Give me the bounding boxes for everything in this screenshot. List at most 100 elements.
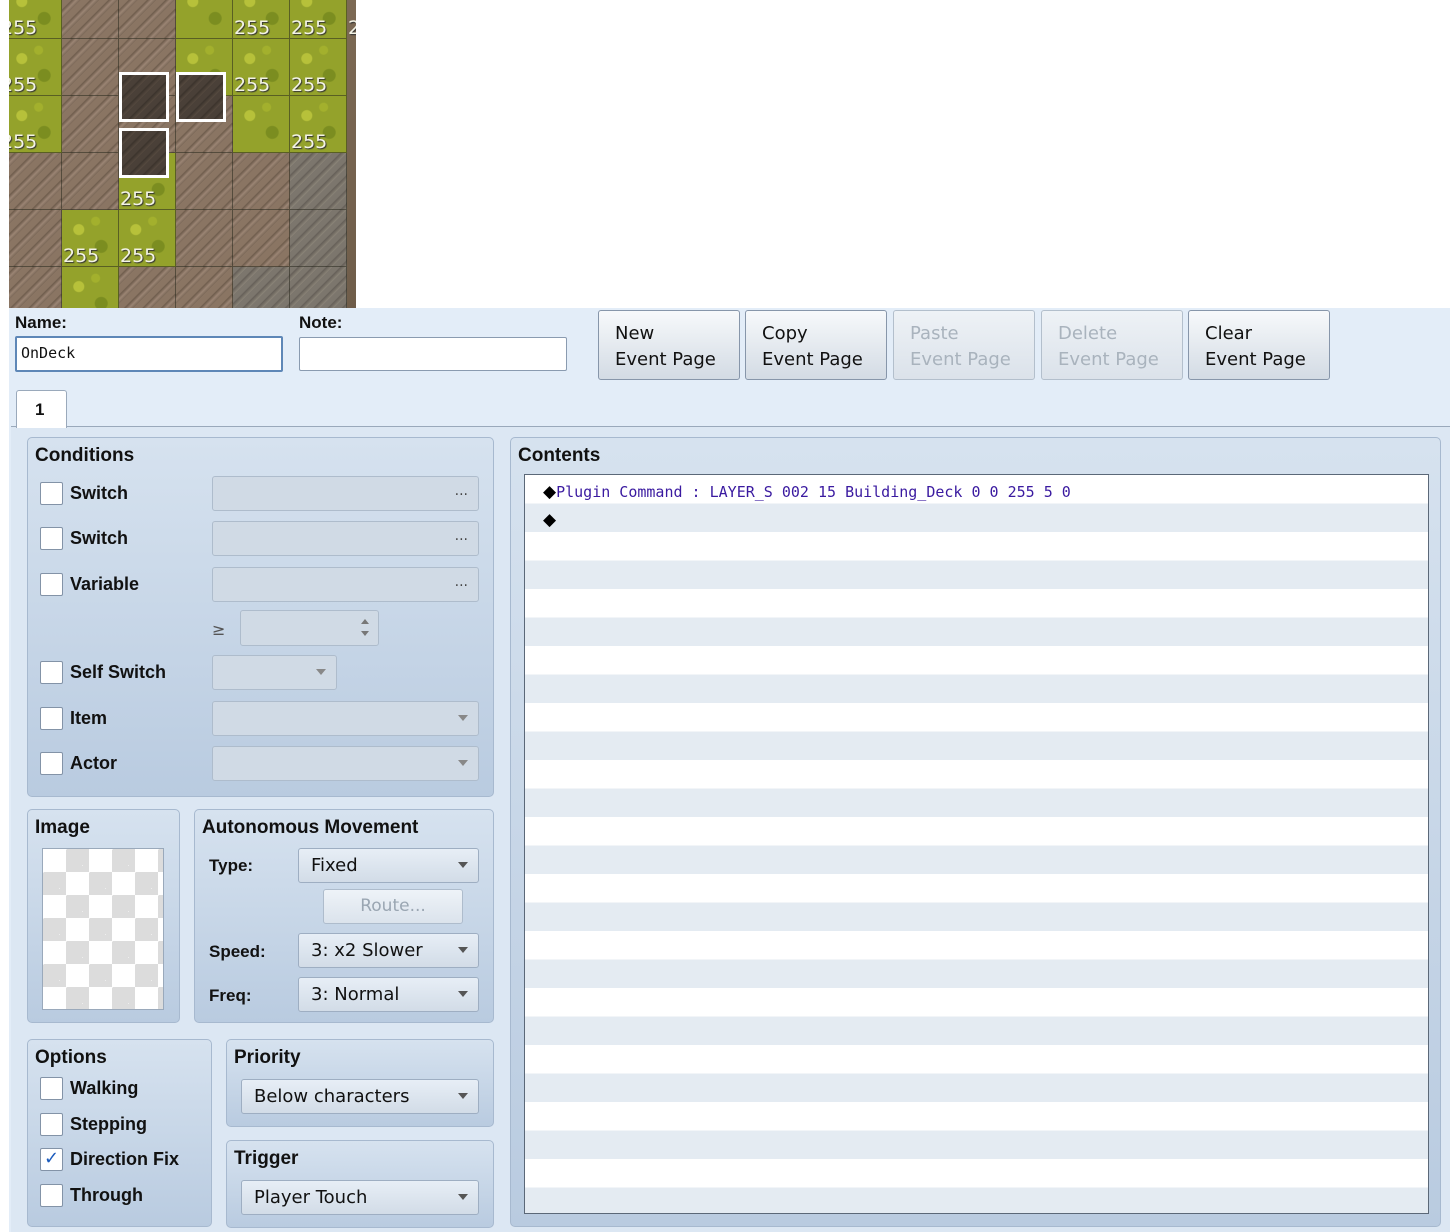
map-tile[interactable] [176,210,233,267]
through-checkbox[interactable] [40,1184,63,1207]
movement-freq-value: 3: Normal [311,984,400,1005]
map-tile[interactable] [119,267,176,308]
selected-tile[interactable] [119,72,169,122]
switch1-select[interactable]: ... [212,476,479,511]
chevron-down-icon [458,991,468,997]
image-group: Image [27,809,180,1023]
movement-freq-select[interactable]: 3: Normal [298,977,479,1012]
map-tile[interactable] [290,153,347,210]
chevron-down-icon [458,760,468,766]
actor-select[interactable] [212,746,479,781]
event-command-list[interactable]: ◆Plugin Command : LAYER_S 002 15 Buildin… [524,474,1429,1214]
variable-label: Variable [70,574,140,594]
movement-speed-value: 3: x2 Slower [311,940,423,961]
self-switch-label: Self Switch [70,662,167,682]
stepping-checkbox[interactable] [40,1113,63,1136]
region-id-label: 255 [291,74,328,96]
delete-event-page-line1: Delete [1058,323,1118,344]
switch1-checkbox[interactable] [40,482,63,505]
command-line[interactable]: ◆Plugin Command : LAYER_S 002 15 Buildin… [543,478,1071,506]
movement-type-select[interactable]: Fixed [298,848,479,883]
command-text: Plugin Command : LAYER_S 002 15 Building… [556,483,1071,501]
new-event-page-line2: Event Page [615,349,716,370]
map-tile[interactable] [290,267,347,308]
trigger-group: Trigger Player Touch [226,1140,494,1228]
contents-title: Contents [518,445,601,466]
map-tile[interactable] [119,0,176,39]
variable-select[interactable]: ... [212,567,479,602]
priority-select[interactable]: Below characters [241,1079,479,1114]
new-event-page-button[interactable]: New Event Page [598,310,740,380]
switch2-checkbox[interactable] [40,527,63,550]
movement-speed-select[interactable]: 3: x2 Slower [298,933,479,968]
copy-event-page-button[interactable]: Copy Event Page [745,310,887,380]
command-line-empty[interactable]: ◆ [543,506,556,534]
region-id-label: 255 [291,131,328,153]
variable-ellipsis: ... [454,574,468,590]
clear-event-page-button[interactable]: Clear Event Page [1188,310,1330,380]
map-tile[interactable] [62,267,119,308]
tab-page-1[interactable]: 1 [16,390,67,428]
trigger-value: Player Touch [254,1187,368,1208]
freq-label: Freq: [209,986,252,1005]
map-tile[interactable] [233,210,290,267]
self-switch-select[interactable] [212,655,337,690]
route-button[interactable]: Route... [323,889,463,924]
spin-down-icon[interactable] [361,631,369,636]
map-tile[interactable] [9,153,62,210]
map-tile[interactable] [62,153,119,210]
spin-up-icon[interactable] [361,619,369,624]
switch2-ellipsis: ... [454,528,468,544]
event-image-preview[interactable] [42,848,164,1010]
map-tile[interactable] [62,0,119,39]
switch2-select[interactable]: ... [212,521,479,556]
selected-tile[interactable] [119,128,169,178]
map-tile[interactable] [62,39,119,96]
command-marker-icon: ◆ [543,482,557,502]
paste-event-page-button[interactable]: Paste Event Page [893,310,1035,380]
greater-equal-label: ≥ [212,620,226,639]
region-id-label: 255 [9,131,38,153]
map-tile[interactable] [176,0,233,39]
item-select[interactable] [212,701,479,736]
paste-event-page-line2: Event Page [910,349,1011,370]
copy-event-page-line1: Copy [762,323,808,344]
name-input[interactable]: OnDeck [15,336,283,372]
conditions-title: Conditions [35,445,135,466]
variable-checkbox[interactable] [40,573,63,596]
map-tile[interactable] [233,96,290,153]
self-switch-checkbox[interactable] [40,661,63,684]
region-id-label: 255 [234,74,271,96]
movement-type-value: Fixed [311,855,358,876]
autonomous-movement-title: Autonomous Movement [202,817,419,838]
map-tile[interactable] [9,210,62,267]
region-id-label: 255 [63,245,100,267]
map-preview[interactable]: 255 255 255 255 255 255 255 255 255 255 255 255 [9,0,356,308]
map-tile[interactable] [176,267,233,308]
actor-checkbox[interactable] [40,752,63,775]
map-tile[interactable] [9,267,62,308]
through-label: Through [70,1185,143,1205]
priority-value: Below characters [254,1086,410,1107]
trigger-title: Trigger [234,1148,299,1169]
variable-value-spinner[interactable] [240,610,379,646]
event-editor: Name: OnDeck Note: New Event Page Copy E… [9,308,1450,1232]
note-input[interactable] [299,337,567,371]
map-tile[interactable] [290,210,347,267]
new-event-page-line1: New [615,323,655,344]
delete-event-page-button[interactable]: Delete Event Page [1041,310,1183,380]
selected-tile[interactable] [176,72,226,122]
map-tile[interactable] [176,153,233,210]
map-tile[interactable] [233,153,290,210]
direction-fix-checkbox[interactable]: ✓ [40,1148,63,1171]
trigger-select[interactable]: Player Touch [241,1180,479,1215]
actor-label: Actor [70,753,118,773]
region-id-label: 255 [291,17,328,39]
switch1-ellipsis: ... [454,483,468,499]
map-tile[interactable] [233,267,290,308]
chevron-down-icon [458,1194,468,1200]
item-checkbox[interactable] [40,707,63,730]
walking-checkbox[interactable] [40,1077,63,1100]
map-tile[interactable] [62,96,119,153]
region-id-label: 255 [348,17,356,39]
